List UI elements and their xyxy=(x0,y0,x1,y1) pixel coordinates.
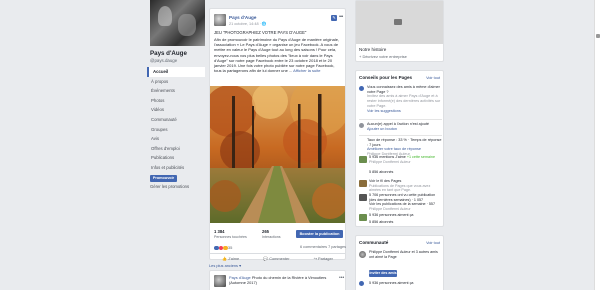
nav-item-jobs[interactable]: Offres d'emploi xyxy=(147,144,205,154)
profile-picture[interactable] xyxy=(150,0,205,46)
add-button-link[interactable]: Ajouter un bouton xyxy=(367,127,442,132)
community-card: Communauté Voir tout Philippe Dontfermi … xyxy=(355,235,444,290)
post: Pays d'Auge 21 octobre, 14:48 · 🌐 ✎ ••• … xyxy=(209,8,346,263)
post-photo[interactable] xyxy=(210,86,345,223)
story-photo-placeholder[interactable] xyxy=(356,1,443,44)
like-button[interactable]: 👍 J'aime xyxy=(222,256,239,261)
nav-item-videos[interactable]: Vidéos xyxy=(147,105,205,115)
nav-item-groups[interactable]: Groupes xyxy=(147,125,205,135)
reach-row[interactable]: 5 706 personnes ont vu cette publication… xyxy=(369,193,441,202)
nav-item-info-ads[interactable]: Infos et publicités xyxy=(147,163,205,173)
people-like-thumb xyxy=(359,214,367,221)
nav-item-posts[interactable]: Publications xyxy=(147,153,205,163)
like-label: J'aime xyxy=(228,256,240,261)
community-title: Communauté xyxy=(359,240,389,245)
reactions-summary[interactable]: 35 xyxy=(214,245,233,251)
manage-promotions-link[interactable]: Gérer les promotions xyxy=(150,184,189,189)
interactions-label: Interactions xyxy=(262,235,281,239)
like-reaction-icon xyxy=(214,245,219,251)
see-more-link[interactable]: Afficher la suite xyxy=(293,68,320,73)
nav-item-home[interactable]: Accueil xyxy=(147,67,205,77)
post-timestamp[interactable]: 21 octobre, 14:48 · 🌐 xyxy=(229,21,267,26)
describe-business-link[interactable]: + Décrivez votre entreprise xyxy=(359,54,407,59)
story-label: Notre histoire xyxy=(359,47,387,52)
people-like-row[interactable]: 5 936 personnes aiment ça xyxy=(369,213,441,218)
pages-feed-row[interactable]: Voir le fil des Pages Publications de Pa… xyxy=(369,179,441,193)
see-suggestions-link[interactable]: Voir les suggestions xyxy=(367,109,442,114)
nav-item-community[interactable]: Communauté xyxy=(147,115,205,125)
likes-count: 5 936 mentions J'aime xyxy=(369,155,406,159)
followers-row-2[interactable]: 5 856 abonnés xyxy=(369,220,441,225)
feed-thumb xyxy=(359,180,367,187)
cta-icon xyxy=(359,123,364,128)
post-title: JEU "PHOTOGRAPHIEZ VOTRE PAYS D'AUGE" xyxy=(214,30,307,35)
post-actions-bar: 👍 J'aime 💬 Commenter ↪ Partager xyxy=(210,253,345,263)
avatar[interactable] xyxy=(214,275,226,287)
community-see-all-link[interactable]: Voir tout xyxy=(426,241,440,245)
followers-row[interactable]: 5 856 abonnés xyxy=(369,170,441,175)
divider xyxy=(359,119,442,120)
reach-label: Personnes touchées xyxy=(214,235,247,239)
share-button[interactable]: ↪ Partager xyxy=(314,256,333,261)
likes-delta: +1 cette semaine xyxy=(406,155,435,159)
tip-invite-title: Vous connaissez des amis à même d'aimer … xyxy=(367,85,440,94)
interactions-value: 265 xyxy=(262,229,269,234)
nav-item-events[interactable]: Événements xyxy=(147,86,205,96)
likes-sub: Philippe Dontfermi Auleur xyxy=(369,159,411,164)
right-edge-panel xyxy=(594,0,600,290)
comment-label: Commenter xyxy=(269,256,290,261)
page-name[interactable]: Pays d'Auge xyxy=(150,50,187,57)
page-tips-title: Conseils pour les Pages xyxy=(359,75,413,80)
reactions-count: 35 xyxy=(227,245,233,250)
more-options-icon[interactable]: ••• xyxy=(339,275,344,281)
nav-item-reviews[interactable]: Avis xyxy=(147,134,205,144)
avatar[interactable] xyxy=(359,251,366,258)
comments-shares-count[interactable]: 6 commentaires 7 partages xyxy=(300,245,346,249)
autumn-path-image xyxy=(210,86,345,223)
avatar[interactable] xyxy=(214,14,226,26)
promote-button[interactable]: Promouvoir xyxy=(150,175,177,182)
page-tips-card: Conseils pour les Pages Voir tout Vous c… xyxy=(355,70,444,227)
post-body: Afin de promouvoir le patrimoine du Pays… xyxy=(214,37,343,73)
scroll-indicator[interactable] xyxy=(596,34,600,38)
tip-response-title: Taux de réponse : 33 % · Temps de répons… xyxy=(367,138,442,147)
reach-value: 1 384 xyxy=(214,229,225,234)
edit-icon[interactable]: ✎ xyxy=(331,15,337,21)
share-label: Partager xyxy=(317,256,333,261)
sort-stories-link[interactable]: Les plus anciens ▾ xyxy=(209,263,241,268)
page-handle[interactable]: @pays.dauge xyxy=(150,58,177,63)
left-column: Pays d'Auge @pays.dauge Accueil À propos… xyxy=(0,0,205,290)
post-author[interactable]: Pays d'Auge xyxy=(229,15,256,20)
post-2: Pays d'Auge Photo du chemin de la Rivièr… xyxy=(209,270,346,290)
tip-invite-sub: Invitez des amis à aimer Pays d'Auge et … xyxy=(367,94,441,108)
invite-friends-button[interactable]: Inviter des amis xyxy=(369,270,397,277)
weekly-posts-title: Voir les publications de la semaine · 55… xyxy=(369,202,436,206)
likes-row[interactable]: 5 936 mentions J'aime +1 cette semaine P… xyxy=(369,155,441,164)
nav-item-about[interactable]: À propos xyxy=(147,77,205,87)
invite-icon xyxy=(359,86,364,91)
post-2-text: Pays d'Auge Photo du chemin de la Rivièr… xyxy=(229,275,329,285)
boost-post-button[interactable]: Booster la publication xyxy=(296,230,343,238)
left-nav: Accueil À propos Événements Photos Vidéo… xyxy=(147,67,205,173)
nav-item-photos[interactable]: Photos xyxy=(147,96,205,106)
community-text: Philippe Dontfermi Auleur et 3 autres am… xyxy=(369,250,438,259)
tip-cta: Aucun(e) appel à l'action n'est ajouté A… xyxy=(367,122,442,131)
divider xyxy=(359,135,442,136)
photo-icon xyxy=(394,19,402,25)
reach-thumb xyxy=(359,194,367,201)
see-all-tips-link[interactable]: Voir tout xyxy=(426,76,440,80)
weekly-posts-sub: Philippe Dontfermi Auleur xyxy=(369,206,411,211)
likes-thumb xyxy=(359,156,367,163)
story-card: Notre histoire + Décrivez votre entrepri… xyxy=(355,0,444,62)
tip-invite: Vous connaissez des amis à même d'aimer … xyxy=(367,85,442,113)
comment-button[interactable]: 💬 Commenter xyxy=(263,256,289,261)
more-options-icon[interactable]: ••• xyxy=(339,14,343,20)
like-icon xyxy=(359,281,364,286)
community-likes[interactable]: 5 936 personnes aiment ça xyxy=(369,281,413,285)
tip-response: Taux de réponse : 33 % · Temps de répons… xyxy=(367,138,442,157)
weekly-posts-row[interactable]: Voir les publications de la semaine · 55… xyxy=(369,202,441,211)
pages-feed-sub: Publications de Pages que vous avez aimé… xyxy=(369,183,431,193)
